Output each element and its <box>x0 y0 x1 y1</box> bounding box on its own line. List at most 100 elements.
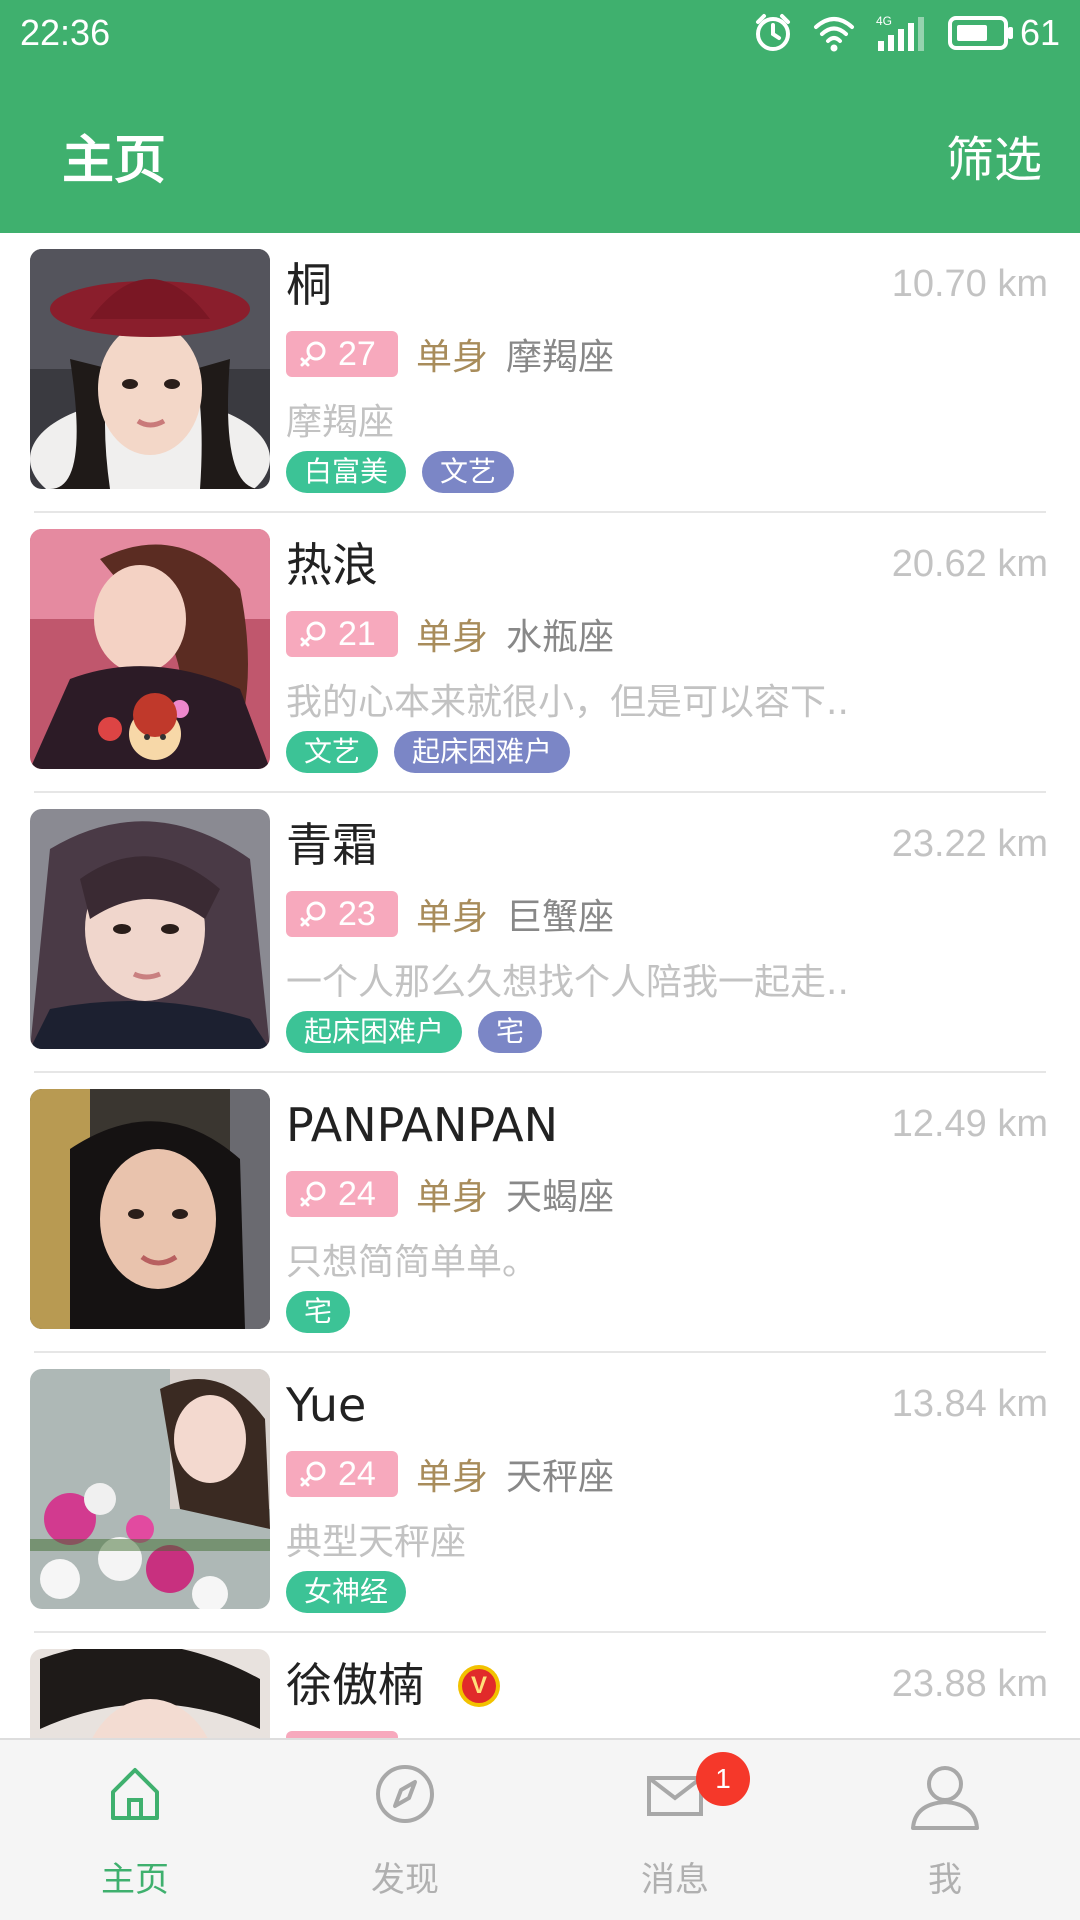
user-distance: 12.49 km <box>891 1103 1048 1145</box>
user-bio: 我的心本来就很小，但是可以容下.. <box>286 682 849 723</box>
user-name: 徐傲楠 <box>286 1658 424 1712</box>
user-photo[interactable] <box>30 1089 270 1329</box>
user-distance: 20.62 km <box>891 543 1048 585</box>
zodiac-sign: 天蝎座 <box>506 1177 615 1218</box>
status-icons: 4G 61 <box>752 10 1060 56</box>
user-meta: 24 单身 天秤座 <box>286 1451 615 1498</box>
user-meta: 23 单身 巨蟹座 <box>286 891 615 938</box>
title-bar: 主页 筛选 <box>0 80 1080 220</box>
user-photo[interactable] <box>30 249 270 489</box>
user-meta: 24 单身 天蝎座 <box>286 1171 615 1218</box>
page-title: 主页 <box>62 131 167 191</box>
nav-messages-label: 消息 <box>641 1860 709 1900</box>
tag-list: 宅 <box>286 1291 351 1333</box>
tag: 宅 <box>478 1011 543 1053</box>
app-root: 22:36 4G 61 主页 筛选 桐 10.70 km 27 单身 摩羯座 摩… <box>0 0 1080 1920</box>
age-badge: 27 <box>286 331 398 377</box>
user-photo[interactable] <box>30 1369 270 1609</box>
vip-badge-icon: V <box>458 1665 500 1707</box>
female-icon <box>300 1181 326 1207</box>
tag: 白富美 <box>286 451 407 493</box>
compass-icon <box>373 1762 437 1830</box>
nav-me[interactable]: 我 <box>810 1740 1080 1920</box>
user-meta: 21 单身 水瓶座 <box>286 611 615 658</box>
user-photo[interactable] <box>30 1649 270 1738</box>
home-icon <box>105 1762 165 1830</box>
bottom-nav: 主页 发现 1 消息 我 <box>0 1738 1080 1920</box>
user-distance: 23.88 km <box>891 1663 1048 1705</box>
user-name: 桐 <box>286 258 332 312</box>
tag-list: 女神经 <box>286 1571 407 1613</box>
zodiac-sign: 摩羯座 <box>506 337 615 378</box>
zodiac-sign: 水瓶座 <box>506 617 615 658</box>
filter-button[interactable]: 筛选 <box>946 120 1042 190</box>
nav-messages[interactable]: 1 消息 <box>540 1740 810 1920</box>
alarm-icon <box>752 12 794 54</box>
user-meta <box>286 1731 398 1738</box>
user-card[interactable]: Yue 13.84 km 24 单身 天秤座 典型天秤座 女神经 <box>0 1353 1080 1633</box>
battery-indicator: 61 <box>947 12 1060 54</box>
user-bio: 一个人那么久想找个人陪我一起走.. <box>286 962 849 1003</box>
user-age: 24 <box>338 1174 376 1213</box>
tag: 起床困难户 <box>394 731 571 773</box>
relationship-status: 单身 <box>416 1457 489 1498</box>
age-badge: 21 <box>286 611 398 657</box>
user-bio: 摩羯座 <box>286 402 395 443</box>
user-card[interactable]: 桐 10.70 km 27 单身 摩羯座 摩羯座 白富美 文艺 <box>0 233 1080 513</box>
user-age: 23 <box>338 894 376 933</box>
tag: 女神经 <box>286 1571 407 1613</box>
tag: 起床困难户 <box>286 1011 463 1053</box>
user-card[interactable]: 热浪 20.62 km 21 单身 水瓶座 我的心本来就很小，但是可以容下.. … <box>0 513 1080 793</box>
user-age: 27 <box>338 334 376 373</box>
user-age: 21 <box>338 614 376 653</box>
age-badge: 24 <box>286 1451 398 1497</box>
tag-list: 起床困难户 宅 <box>286 1011 543 1053</box>
user-bio: 典型天秤座 <box>286 1522 467 1563</box>
svg-text:4G: 4G <box>876 14 892 28</box>
cellular-signal-icon: 4G <box>874 13 930 53</box>
unread-badge: 1 <box>696 1752 750 1806</box>
age-badge <box>286 1731 398 1738</box>
user-card[interactable]: 徐傲楠 V 23.88 km <box>0 1633 1080 1738</box>
female-icon <box>300 621 326 647</box>
user-bio: 只想简简单单。 <box>286 1242 539 1283</box>
age-badge: 24 <box>286 1171 398 1217</box>
user-meta: 27 单身 摩羯座 <box>286 331 615 378</box>
nav-home[interactable]: 主页 <box>0 1740 270 1920</box>
relationship-status: 单身 <box>416 897 489 938</box>
female-icon <box>300 901 326 927</box>
user-name: 热浪 <box>286 538 378 592</box>
user-distance: 10.70 km <box>891 263 1048 305</box>
user-card[interactable]: 青霜 23.22 km 23 单身 巨蟹座 一个人那么久想找个人陪我一起走.. … <box>0 793 1080 1073</box>
relationship-status: 单身 <box>416 1177 489 1218</box>
nav-discover[interactable]: 发现 <box>270 1740 540 1920</box>
relationship-status: 单身 <box>416 617 489 658</box>
wifi-icon <box>812 13 856 53</box>
user-distance: 23.22 km <box>891 823 1048 865</box>
tag: 文艺 <box>422 451 515 493</box>
tag-list: 白富美 文艺 <box>286 451 515 493</box>
battery-level: 61 <box>1019 12 1060 53</box>
user-photo[interactable] <box>30 529 270 769</box>
nav-me-label: 我 <box>928 1860 962 1900</box>
status-time: 22:36 <box>20 12 111 53</box>
user-list: 桐 10.70 km 27 单身 摩羯座 摩羯座 白富美 文艺 热浪 20.62… <box>0 233 1080 1738</box>
nav-home-label: 主页 <box>101 1860 169 1900</box>
zodiac-sign: 巨蟹座 <box>506 897 615 938</box>
user-distance: 13.84 km <box>891 1383 1048 1425</box>
tag: 宅 <box>286 1291 351 1333</box>
nav-discover-label: 发现 <box>371 1860 439 1900</box>
relationship-status: 单身 <box>416 337 489 378</box>
zodiac-sign: 天秤座 <box>506 1457 615 1498</box>
tag-list: 文艺 起床困难户 <box>286 731 571 773</box>
tag: 文艺 <box>286 731 379 773</box>
user-photo[interactable] <box>30 809 270 1049</box>
female-icon <box>300 341 326 367</box>
age-badge: 23 <box>286 891 398 937</box>
person-icon <box>909 1762 981 1836</box>
female-icon <box>300 1461 326 1487</box>
status-bar: 22:36 4G 61 <box>0 0 1080 66</box>
user-name: 青霜 <box>286 818 378 872</box>
user-name: PANPANPAN <box>286 1098 559 1152</box>
user-card[interactable]: PANPANPAN 12.49 km 24 单身 天蝎座 只想简简单单。 宅 <box>0 1073 1080 1353</box>
